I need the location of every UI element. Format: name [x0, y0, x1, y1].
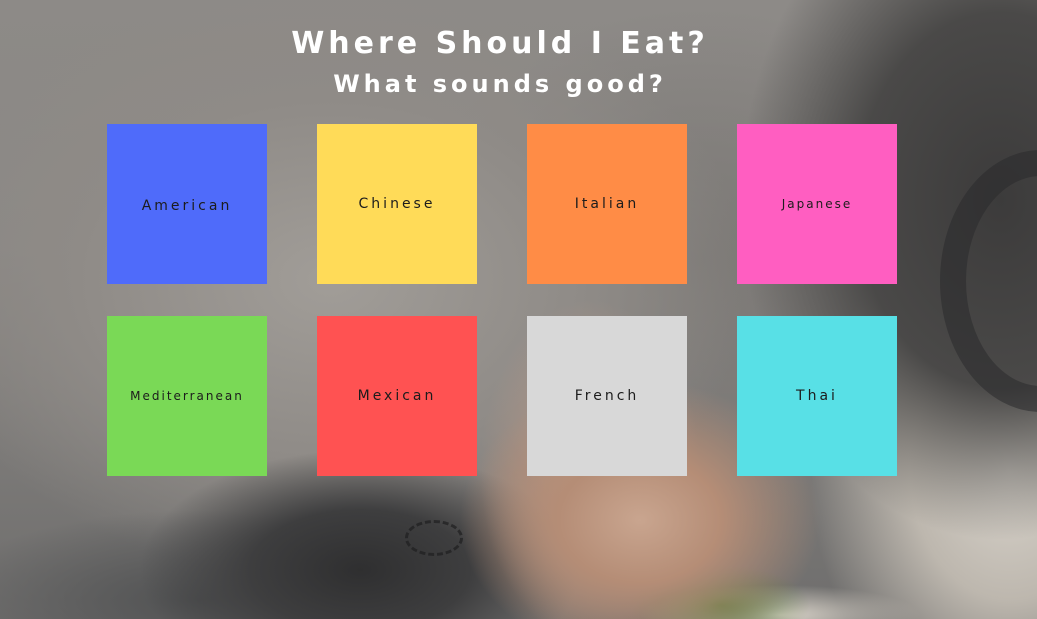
cuisine-tile-mexican[interactable]: Mexican [317, 316, 477, 476]
cuisine-tile-mediterranean[interactable]: Mediterranean [107, 316, 267, 476]
page-subtitle: What sounds good? [333, 70, 667, 98]
cuisine-label: American [141, 198, 233, 214]
cuisine-label: French [574, 388, 640, 404]
cuisine-tile-italian[interactable]: Italian [527, 124, 687, 284]
cuisine-tile-japanese[interactable]: Japanese [737, 124, 897, 284]
cuisine-label: Mediterranean [130, 389, 244, 403]
cuisine-tile-french[interactable]: French [527, 316, 687, 476]
cuisine-tile-chinese[interactable]: Chinese [317, 124, 477, 284]
background-camera-dial-shape [405, 520, 463, 556]
cuisine-label: Japanese [781, 197, 853, 211]
cuisine-tile-thai[interactable]: Thai [737, 316, 897, 476]
page: Where Should I Eat? What sounds good? Am… [0, 0, 1037, 619]
page-title: Where Should I Eat? [291, 26, 709, 61]
cuisine-label: Italian [574, 196, 640, 212]
cuisine-label: Chinese [358, 196, 436, 212]
cuisine-label: Thai [796, 388, 838, 404]
cuisine-label: Mexican [357, 388, 437, 404]
cuisine-tile-american[interactable]: American [107, 124, 267, 284]
